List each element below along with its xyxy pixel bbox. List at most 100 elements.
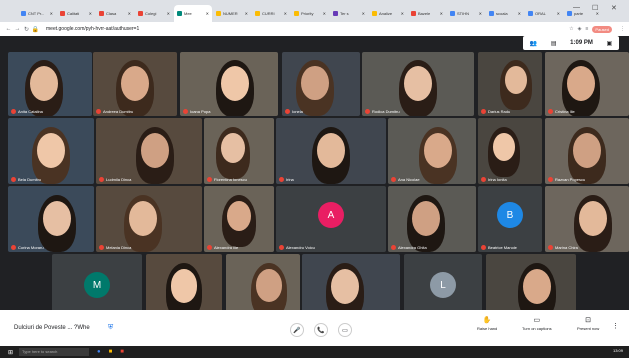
present-button[interactable]: ⊡ Present now: [577, 316, 599, 331]
participant-tile[interactable]: A Alexandru Voicu: [276, 186, 386, 252]
chrome-taskbar-icon[interactable]: ●: [97, 349, 101, 355]
microphone-button[interactable]: 🎤: [290, 323, 304, 337]
reload-icon[interactable]: ↻: [22, 26, 31, 33]
app-taskbar-icon[interactable]: ■: [120, 349, 124, 355]
participant-name-label: Rodica Dumitru: [372, 109, 400, 114]
tab-favicon-icon: [567, 11, 572, 16]
browser-tab[interactable]: ORAL ✕: [525, 5, 563, 22]
participant-tile[interactable]: Andreea Dumitru: [93, 52, 177, 116]
self-view-icon[interactable]: ▣: [606, 40, 612, 47]
tab-favicon-icon: [99, 11, 104, 16]
tab-label: STIHN: [457, 11, 469, 16]
tab-close-icon[interactable]: ✕: [362, 11, 365, 16]
browser-tab[interactable]: Clasa ✕: [96, 5, 134, 22]
lock-icon[interactable]: 🔒: [31, 26, 40, 33]
participant-name-label: Cristina Ilie: [555, 109, 575, 114]
address-bar: ← → ↻ 🔒 meet.google.com/pyh-hvrr-aat/aut…: [0, 22, 629, 36]
participant-tile[interactable]: Rodica Dumitru: [362, 52, 474, 116]
end-call-button[interactable]: 📞: [314, 323, 328, 337]
tab-close-icon[interactable]: ✕: [167, 11, 170, 16]
forward-arrow-icon[interactable]: →: [13, 26, 22, 32]
tab-close-icon[interactable]: ✕: [128, 11, 131, 16]
participant-tile[interactable]: Irina Ionita: [478, 118, 542, 184]
tab-close-icon[interactable]: ✕: [323, 11, 326, 16]
participant-tile[interactable]: B Beatrice Manole: [478, 186, 542, 252]
present-icon: ⊡: [585, 317, 592, 324]
participant-tile[interactable]: Corina Moraru: [8, 186, 94, 252]
tab-close-icon[interactable]: ✕: [557, 11, 560, 16]
participant-tile[interactable]: Ioana Popa: [180, 52, 278, 116]
browser-tab[interactable]: Bazele ✕: [408, 5, 446, 22]
participant-tile[interactable]: Bela Dumitru: [8, 118, 94, 184]
participant-name: Corina Moraru: [11, 245, 44, 250]
participant-tile[interactable]: Ludmila Dinca: [96, 118, 202, 184]
participant-tile[interactable]: Alexandra Ilie: [204, 186, 274, 252]
folder-taskbar-icon[interactable]: ■: [109, 349, 113, 355]
browser-menu-icon[interactable]: ⋮: [620, 26, 625, 32]
tab-close-icon[interactable]: ✕: [50, 11, 53, 16]
maximize-button[interactable]: ☐: [592, 4, 598, 12]
participant-tile[interactable]: Irina: [276, 118, 386, 184]
captions-button[interactable]: ▭ Turn on captions: [522, 316, 552, 331]
participant-name: Ludmila Dinca: [99, 177, 131, 182]
shield-icon[interactable]: ⛨: [108, 324, 113, 332]
participant-tile[interactable]: Anita Catalina: [8, 52, 92, 116]
star-icon[interactable]: ☆: [569, 26, 573, 32]
browser-tab[interactable]: Colegi ✕: [135, 5, 173, 22]
participant-tile[interactable]: Marina Chira: [545, 186, 629, 252]
reading-list-icon[interactable]: ≡: [586, 26, 589, 32]
participant-tile[interactable]: Cristina Ilie: [545, 52, 629, 116]
browser-tab[interactable]: Priority ✕: [291, 5, 329, 22]
browser-tab[interactable]: CURRI ✕: [252, 5, 290, 22]
camera-button[interactable]: ▭: [338, 323, 352, 337]
meeting-title[interactable]: Dulciuri de Poveste ... ?Whe: [14, 325, 104, 331]
tab-close-icon[interactable]: ✕: [518, 11, 521, 16]
participant-tile[interactable]: Alexandra Ghita: [388, 186, 476, 252]
participant-tile[interactable]: Florentina Ionescu: [204, 118, 274, 184]
tab-favicon-icon: [138, 11, 143, 16]
browser-tab[interactable]: NUMER ✕: [213, 5, 251, 22]
chat-icon[interactable]: ▤: [551, 40, 557, 47]
browser-tab[interactable]: scoala ✕: [486, 5, 524, 22]
extensions-icon[interactable]: ◈: [578, 26, 582, 32]
windows-taskbar: ⊞ Type here to search ● ■ ■ 13:09: [0, 346, 629, 358]
browser-tab[interactable]: STIHN ✕: [447, 5, 485, 22]
browser-tab[interactable]: CNT Pr... ✕: [18, 5, 56, 22]
participant-name: Alexandra Ilie: [207, 245, 238, 250]
mic-muted-icon: [99, 177, 104, 182]
tab-close-icon[interactable]: ✕: [206, 11, 209, 16]
participant-name: Alexandru Voicu: [279, 245, 315, 250]
participant-face: [301, 66, 329, 101]
back-arrow-icon[interactable]: ←: [4, 26, 13, 32]
minimize-button[interactable]: —: [573, 4, 580, 11]
tab-favicon-icon: [177, 11, 182, 16]
tab-favicon-icon: [333, 11, 338, 16]
participant-tile[interactable]: Darius Radu: [478, 52, 542, 116]
browser-tab[interactable]: Analize ✕: [369, 5, 407, 22]
tab-close-icon[interactable]: ✕: [284, 11, 287, 16]
browser-tab[interactable]: Ter s ✕: [330, 5, 368, 22]
tab-close-icon[interactable]: ✕: [440, 11, 443, 16]
people-icon[interactable]: 👥: [530, 40, 537, 47]
raise-hand-button[interactable]: ✋ Raise hand: [477, 316, 497, 331]
tab-close-icon[interactable]: ✕: [401, 11, 404, 16]
tab-close-icon[interactable]: ✕: [245, 11, 248, 16]
tab-close-icon[interactable]: ✕: [479, 11, 482, 16]
participant-tile[interactable]: Ana Nicolae: [388, 118, 476, 184]
participant-tile[interactable]: Ionela: [282, 52, 360, 116]
browser-tab[interactable]: Mee ✕: [174, 5, 212, 22]
more-options-button[interactable]: ⋮: [612, 322, 619, 332]
profile-paused-badge[interactable]: Paused: [592, 25, 612, 33]
url-field[interactable]: meet.google.com/pyh-hvrr-aat/authuser=1: [46, 26, 569, 32]
tab-close-icon[interactable]: ✕: [89, 11, 92, 16]
participant-tile[interactable]: Razvan Popescu: [545, 118, 629, 184]
participant-tile[interactable]: Melania Dinca: [96, 186, 202, 252]
taskbar-search[interactable]: Type here to search: [19, 348, 90, 356]
participant-face: [424, 132, 452, 168]
start-icon[interactable]: ⊞: [8, 349, 13, 356]
close-window-button[interactable]: ✕: [611, 4, 617, 12]
participant-face: [141, 132, 169, 168]
mic-muted-icon: [279, 177, 284, 182]
participant-name-label: Ionela: [292, 109, 303, 114]
browser-tab[interactable]: Calitati ✕: [57, 5, 95, 22]
